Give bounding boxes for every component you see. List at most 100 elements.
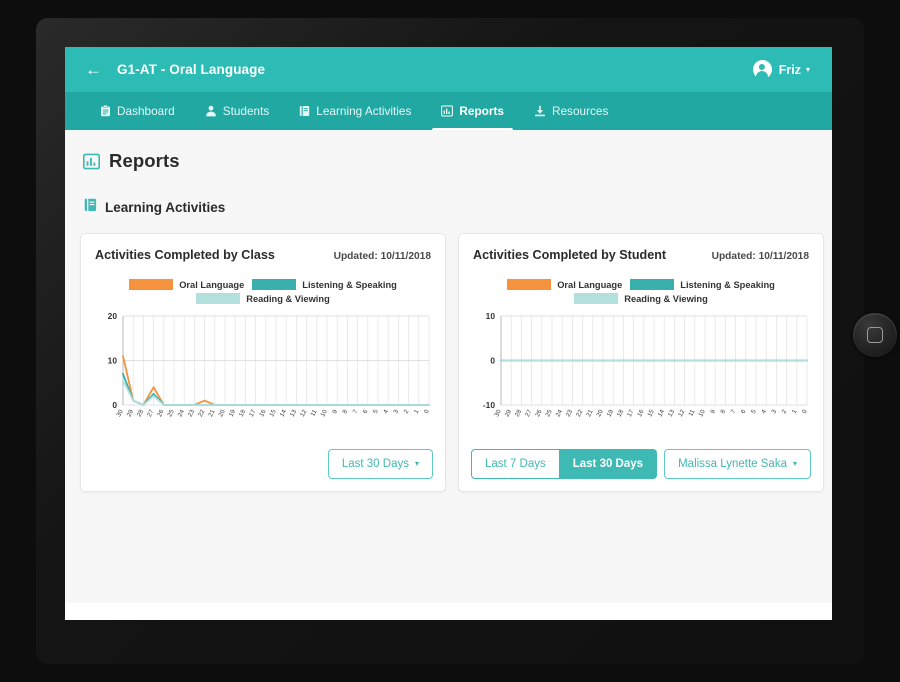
svg-text:0: 0 bbox=[112, 400, 117, 410]
person-icon bbox=[205, 105, 217, 117]
account-circle-icon bbox=[753, 60, 772, 79]
home-square-glyph bbox=[867, 327, 883, 343]
svg-text:7: 7 bbox=[730, 408, 738, 415]
learning-activities-label: Learning Activities bbox=[105, 200, 225, 215]
svg-text:7: 7 bbox=[352, 408, 360, 415]
svg-text:12: 12 bbox=[677, 408, 687, 418]
svg-text:8: 8 bbox=[341, 408, 349, 415]
svg-text:8: 8 bbox=[719, 408, 727, 415]
legend-swatch-oral-language bbox=[129, 279, 173, 290]
svg-text:22: 22 bbox=[575, 408, 585, 418]
svg-text:2: 2 bbox=[403, 408, 411, 415]
legend-swatch-oral-language bbox=[507, 279, 551, 290]
app-header: ← G1-AT - Oral Language Friz ▾ bbox=[65, 47, 832, 92]
svg-text:25: 25 bbox=[166, 408, 176, 418]
toggle-last-30-days[interactable]: Last 30 Days bbox=[560, 449, 657, 479]
legend-label: Listening & Speaking bbox=[680, 280, 775, 290]
chart-legend: Oral Language Listening & Speaking Readi… bbox=[93, 279, 433, 304]
legend-row-top: Oral Language Listening & Speaking bbox=[129, 279, 397, 290]
date-range-toggle-group: Last 7 Days Last 30 Days bbox=[471, 449, 657, 479]
legend-label: Oral Language bbox=[557, 280, 622, 290]
svg-text:3: 3 bbox=[770, 408, 778, 415]
tab-label: Resources bbox=[552, 104, 608, 118]
svg-text:15: 15 bbox=[268, 408, 278, 418]
legend-swatch-reading-viewing bbox=[196, 293, 240, 304]
svg-text:21: 21 bbox=[207, 408, 217, 418]
toggle-last-7-days[interactable]: Last 7 Days bbox=[471, 449, 560, 479]
svg-text:6: 6 bbox=[362, 408, 370, 415]
svg-text:24: 24 bbox=[177, 408, 187, 418]
svg-text:29: 29 bbox=[126, 408, 136, 418]
legend-label: Reading & Viewing bbox=[624, 294, 708, 304]
clipboard-icon bbox=[100, 105, 111, 117]
legend-item-reading-viewing: Reading & Viewing bbox=[196, 293, 330, 304]
chart-activities-by-student: -100103029282726252423222120191817161514… bbox=[471, 310, 811, 435]
legend-row-bottom: Reading & Viewing bbox=[574, 293, 708, 304]
student-select-dropdown[interactable]: Malissa Lynette Saka ▾ bbox=[664, 449, 811, 479]
svg-text:29: 29 bbox=[504, 408, 514, 418]
chart-activities-by-class: 0102030292827262524232221201918171615141… bbox=[93, 310, 433, 435]
legend-label: Reading & Viewing bbox=[246, 294, 330, 304]
legend-row-top: Oral Language Listening & Speaking bbox=[507, 279, 775, 290]
svg-text:26: 26 bbox=[156, 408, 166, 418]
card-footer: Last 7 Days Last 30 Days Malissa Lynette… bbox=[471, 435, 811, 479]
date-range-dropdown[interactable]: Last 30 Days ▾ bbox=[328, 449, 433, 479]
svg-text:0: 0 bbox=[423, 408, 431, 415]
svg-text:26: 26 bbox=[534, 408, 544, 418]
learning-activities-heading: Learning Activities bbox=[84, 198, 817, 217]
reports-heading-label: Reports bbox=[109, 150, 180, 172]
svg-text:23: 23 bbox=[565, 408, 575, 418]
device-frame: ← G1-AT - Oral Language Friz ▾ bbox=[0, 0, 900, 682]
svg-text:27: 27 bbox=[146, 408, 156, 418]
svg-text:4: 4 bbox=[382, 408, 390, 415]
tab-label: Learning Activities bbox=[316, 104, 411, 118]
app-screen: ← G1-AT - Oral Language Friz ▾ bbox=[65, 47, 832, 620]
svg-text:6: 6 bbox=[740, 408, 748, 415]
home-square-icon[interactable] bbox=[853, 313, 897, 357]
card-header: Activities Completed by Student Updated:… bbox=[471, 248, 811, 262]
tab-label: Students bbox=[223, 104, 270, 118]
card-footer: Last 30 Days ▾ bbox=[93, 435, 433, 479]
card-activities-by-student: Activities Completed by Student Updated:… bbox=[458, 233, 824, 492]
svg-text:20: 20 bbox=[595, 408, 605, 418]
user-menu[interactable]: Friz ▾ bbox=[753, 60, 810, 79]
card-header: Activities Completed by Class Updated: 1… bbox=[93, 248, 433, 262]
card-title: Activities Completed by Class bbox=[95, 248, 275, 262]
chevron-down-icon: ▾ bbox=[415, 460, 419, 468]
svg-text:22: 22 bbox=[197, 408, 207, 418]
tab-learning-activities[interactable]: Learning Activities bbox=[284, 92, 426, 130]
nav-tabs: Dashboard Students bbox=[65, 92, 832, 130]
legend-swatch-listening-speaking bbox=[630, 279, 674, 290]
legend-row-bottom: Reading & Viewing bbox=[196, 293, 330, 304]
book-icon bbox=[84, 198, 97, 217]
svg-text:28: 28 bbox=[514, 408, 524, 418]
tab-reports[interactable]: Reports bbox=[426, 92, 519, 130]
reports-heading: Reports bbox=[83, 150, 817, 172]
tab-students[interactable]: Students bbox=[190, 92, 285, 130]
svg-text:21: 21 bbox=[585, 408, 595, 418]
legend-swatch-listening-speaking bbox=[252, 279, 296, 290]
svg-text:1: 1 bbox=[791, 408, 799, 415]
svg-text:0: 0 bbox=[801, 408, 809, 415]
back-arrow-icon[interactable]: ← bbox=[85, 61, 105, 78]
legend-label: Oral Language bbox=[179, 280, 244, 290]
chevron-down-icon: ▾ bbox=[793, 460, 797, 468]
tab-label: Dashboard bbox=[117, 104, 175, 118]
svg-text:11: 11 bbox=[309, 408, 318, 417]
card-activities-by-class: Activities Completed by Class Updated: 1… bbox=[80, 233, 446, 492]
svg-text:12: 12 bbox=[299, 408, 309, 418]
tab-dashboard[interactable]: Dashboard bbox=[85, 92, 190, 130]
svg-text:13: 13 bbox=[667, 408, 677, 418]
legend-item-listening-speaking: Listening & Speaking bbox=[630, 279, 775, 290]
svg-text:4: 4 bbox=[760, 408, 768, 415]
svg-text:1: 1 bbox=[413, 408, 421, 415]
svg-text:9: 9 bbox=[331, 408, 339, 415]
legend-item-reading-viewing: Reading & Viewing bbox=[574, 293, 708, 304]
svg-text:20: 20 bbox=[217, 408, 227, 418]
tab-resources[interactable]: Resources bbox=[519, 92, 623, 130]
bar-chart-icon bbox=[83, 153, 100, 170]
svg-text:0: 0 bbox=[490, 356, 495, 366]
legend-swatch-reading-viewing bbox=[574, 293, 618, 304]
svg-text:25: 25 bbox=[544, 408, 554, 418]
svg-text:20: 20 bbox=[108, 311, 118, 321]
